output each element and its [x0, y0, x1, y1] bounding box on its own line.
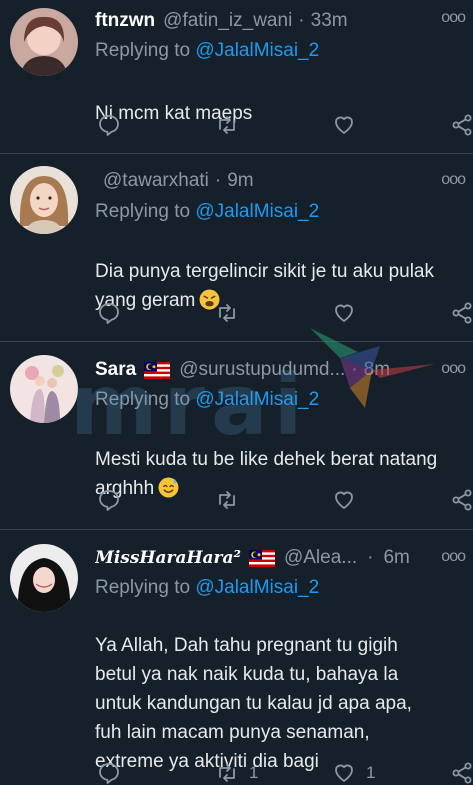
replying-to-label: Replying to — [95, 577, 191, 598]
tweet-actions — [95, 298, 473, 328]
separator-dot: · — [214, 170, 222, 191]
tweet-header: @tawarxhati · 9m — [95, 167, 445, 195]
retweet-button[interactable] — [215, 110, 249, 140]
retweet-icon — [219, 304, 235, 322]
more-options-icon[interactable]: ooo — [441, 171, 466, 189]
reply-mention-link[interactable]: @JalalMisai_2 — [195, 389, 319, 410]
more-options-icon[interactable]: ooo — [441, 548, 466, 566]
share-button[interactable] — [450, 110, 473, 140]
timestamp[interactable]: 33m — [311, 10, 348, 32]
reply-mention-link[interactable]: @JalalMisai_2 — [195, 201, 319, 222]
reply-button[interactable] — [97, 485, 121, 515]
tweet-2[interactable]: @tawarxhati · 9m ooo Replying to @JalalM… — [0, 154, 473, 342]
display-name[interactable]: ftnzwn — [95, 10, 155, 32]
share-icon — [452, 302, 472, 324]
like-button[interactable]: 1 — [332, 758, 375, 785]
reply-icon — [99, 303, 119, 324]
tweet-header: ftnzwn @fatin_iz_wani · 33m — [95, 7, 445, 35]
replying-to: Replying to @JalalMisai_2 — [95, 40, 319, 62]
reply-mention-link[interactable]: @JalalMisai_2 — [195, 577, 319, 598]
reply-icon — [99, 490, 119, 511]
tweet-header: MissHaraHara² @Alea... · 6m — [95, 544, 445, 572]
user-handle[interactable]: @Alea... — [284, 547, 357, 569]
reply-button[interactable] — [97, 110, 121, 140]
tweet-actions — [95, 485, 473, 515]
user-handle[interactable]: @tawarxhati — [103, 170, 209, 192]
share-icon — [452, 762, 472, 784]
retweet-icon — [219, 116, 235, 134]
like-icon — [335, 764, 353, 782]
share-button[interactable] — [450, 298, 473, 328]
reply-mention-link[interactable]: @JalalMisai_2 — [195, 40, 319, 61]
tweet-actions: 1 1 — [95, 758, 473, 785]
reply-button[interactable] — [97, 758, 121, 785]
more-options-icon[interactable]: ooo — [441, 9, 466, 27]
share-icon — [452, 114, 472, 136]
tweet-text-content: Ya Allah, Dah tahu pregnant tu gigih bet… — [95, 635, 412, 772]
share-button[interactable] — [450, 485, 473, 515]
tweet-1[interactable]: ftnzwn @fatin_iz_wani · 33m ooo Replying… — [0, 0, 473, 154]
like-count: 1 — [366, 763, 376, 782]
replying-to-label: Replying to — [95, 40, 191, 61]
separator-dot: · — [298, 10, 305, 31]
reply-icon — [99, 115, 119, 136]
like-button[interactable] — [332, 110, 366, 140]
like-icon — [335, 491, 353, 509]
like-icon — [335, 304, 353, 322]
timestamp[interactable]: 8m — [364, 359, 390, 381]
share-icon — [452, 489, 472, 511]
separator-dot: · — [367, 547, 374, 568]
retweet-button[interactable] — [215, 298, 249, 328]
timestamp[interactable]: 9m — [227, 170, 253, 192]
timestamp[interactable]: 6m — [383, 547, 409, 569]
avatar[interactable] — [10, 544, 78, 612]
malaysia-flag-icon — [248, 549, 275, 567]
retweet-icon — [219, 764, 235, 782]
reply-button[interactable] — [97, 298, 121, 328]
retweet-button[interactable]: 1 — [215, 758, 258, 785]
tweet-4[interactable]: MissHaraHara² @Alea... · 6m ooo Replying… — [0, 530, 473, 785]
tweet-actions — [95, 110, 473, 140]
replying-to: Replying to @JalalMisai_2 — [95, 201, 319, 223]
retweet-count: 1 — [249, 763, 259, 782]
user-handle[interactable]: @surustupudumd... — [179, 359, 345, 381]
avatar[interactable] — [10, 355, 78, 423]
replying-to: Replying to @JalalMisai_2 — [95, 577, 319, 599]
avatar[interactable] — [10, 8, 78, 76]
display-name[interactable]: Sara — [95, 359, 136, 381]
display-name[interactable]: MissHaraHara² — [95, 548, 241, 568]
replying-to-label: Replying to — [95, 389, 191, 410]
share-button[interactable] — [450, 758, 473, 785]
tweet-text: Ya Allah, Dah tahu pregnant tu gigih bet… — [95, 602, 467, 776]
replying-to-label: Replying to — [95, 201, 191, 222]
more-options-icon[interactable]: ooo — [441, 360, 466, 378]
separator-dot: · — [351, 359, 358, 380]
replying-to: Replying to @JalalMisai_2 — [95, 389, 319, 411]
retweet-button[interactable] — [215, 485, 249, 515]
tweet-header: Sara @surustupudumd... · 8m — [95, 356, 445, 384]
malaysia-flag-icon — [144, 361, 171, 379]
like-button[interactable] — [332, 485, 366, 515]
user-handle[interactable]: @fatin_iz_wani — [163, 10, 292, 32]
avatar[interactable] — [10, 166, 78, 234]
like-icon — [335, 116, 353, 134]
retweet-icon — [219, 491, 235, 509]
reply-icon — [99, 763, 119, 784]
like-button[interactable] — [332, 298, 366, 328]
tweet-3[interactable]: Sara @surustupudumd... · 8m ooo Replying… — [0, 342, 473, 530]
